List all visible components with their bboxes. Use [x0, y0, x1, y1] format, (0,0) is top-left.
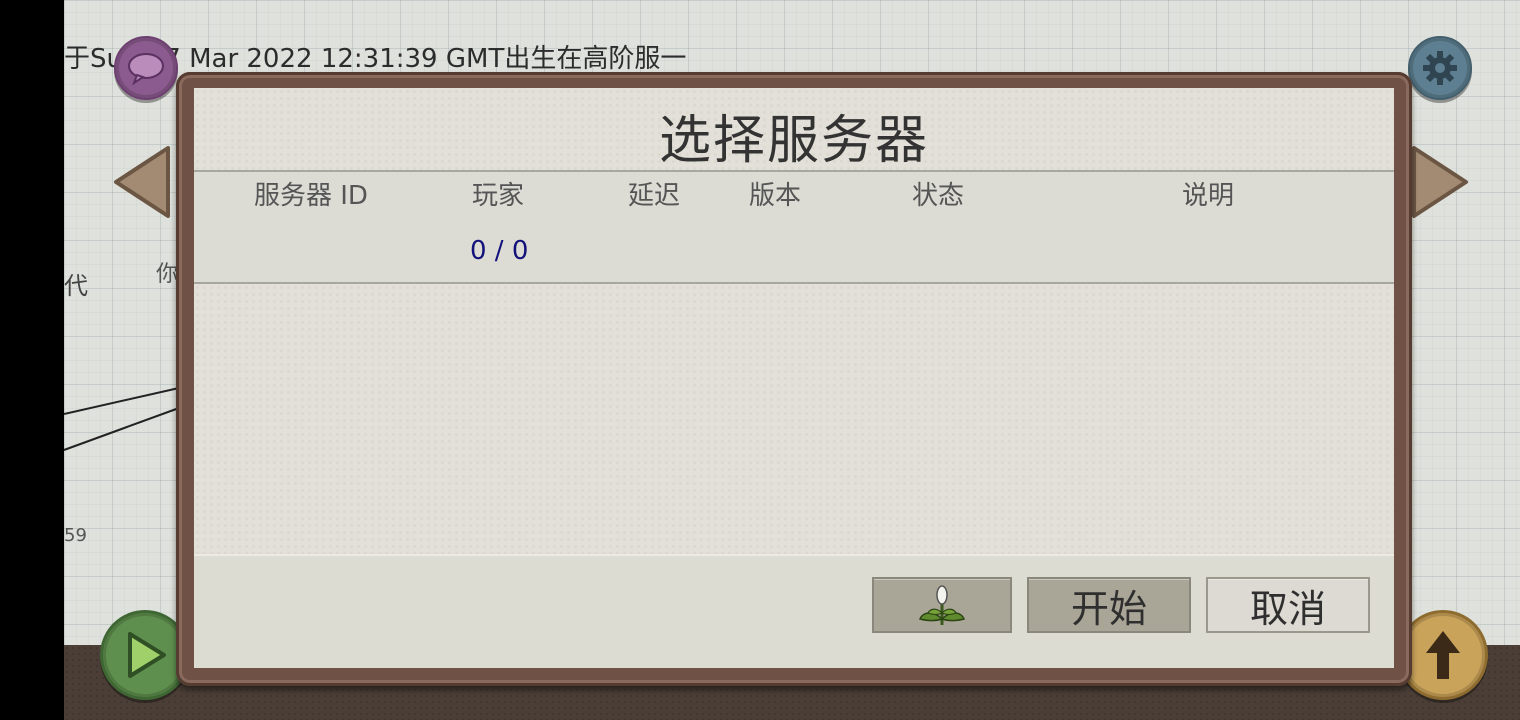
- column-server-id[interactable]: 服务器 ID: [254, 172, 368, 220]
- prev-arrow-button[interactable]: [112, 144, 172, 220]
- generation-label: 代: [64, 272, 88, 300]
- column-latency[interactable]: 延迟: [628, 172, 680, 220]
- column-status[interactable]: 状态: [912, 172, 964, 220]
- column-description[interactable]: 说明: [1182, 172, 1234, 220]
- chat-bubble-icon: [128, 53, 164, 85]
- server-dialog: 选择服务器 服务器 ID 玩家 延迟 版本 状态 说明 0 / 0 开始 取消: [194, 88, 1394, 668]
- chat-button[interactable]: [114, 36, 178, 100]
- dialog-footer: 开始 取消: [194, 554, 1394, 668]
- server-list-empty-area: [194, 284, 1394, 554]
- server-row[interactable]: 0 / 0: [194, 220, 1394, 284]
- server-dialog-frame: 选择服务器 服务器 ID 玩家 延迟 版本 状态 说明 0 / 0 开始 取消: [176, 72, 1412, 686]
- left-arrow-icon: [114, 146, 170, 218]
- you-label: 你: [156, 262, 179, 287]
- up-arrow-icon: [1426, 631, 1460, 679]
- dialog-title: 选择服务器: [658, 111, 929, 171]
- plant-icon: [919, 585, 965, 625]
- next-arrow-button[interactable]: [1410, 144, 1470, 220]
- side-number: 59: [64, 525, 87, 546]
- settings-button[interactable]: [1408, 36, 1472, 100]
- cancel-button[interactable]: 取消: [1206, 577, 1370, 633]
- right-arrow-icon: [1412, 146, 1468, 218]
- start-button[interactable]: 开始: [1027, 577, 1191, 633]
- gear-icon: [1423, 51, 1457, 85]
- plant-button[interactable]: [872, 577, 1012, 633]
- column-players[interactable]: 玩家: [472, 172, 524, 220]
- players-cell: 0 / 0: [470, 236, 529, 266]
- family-tree-lines: [64, 387, 180, 451]
- play-icon: [128, 632, 166, 678]
- server-table-header: 服务器 ID 玩家 延迟 版本 状态 说明: [194, 170, 1394, 222]
- column-version[interactable]: 版本: [749, 172, 801, 220]
